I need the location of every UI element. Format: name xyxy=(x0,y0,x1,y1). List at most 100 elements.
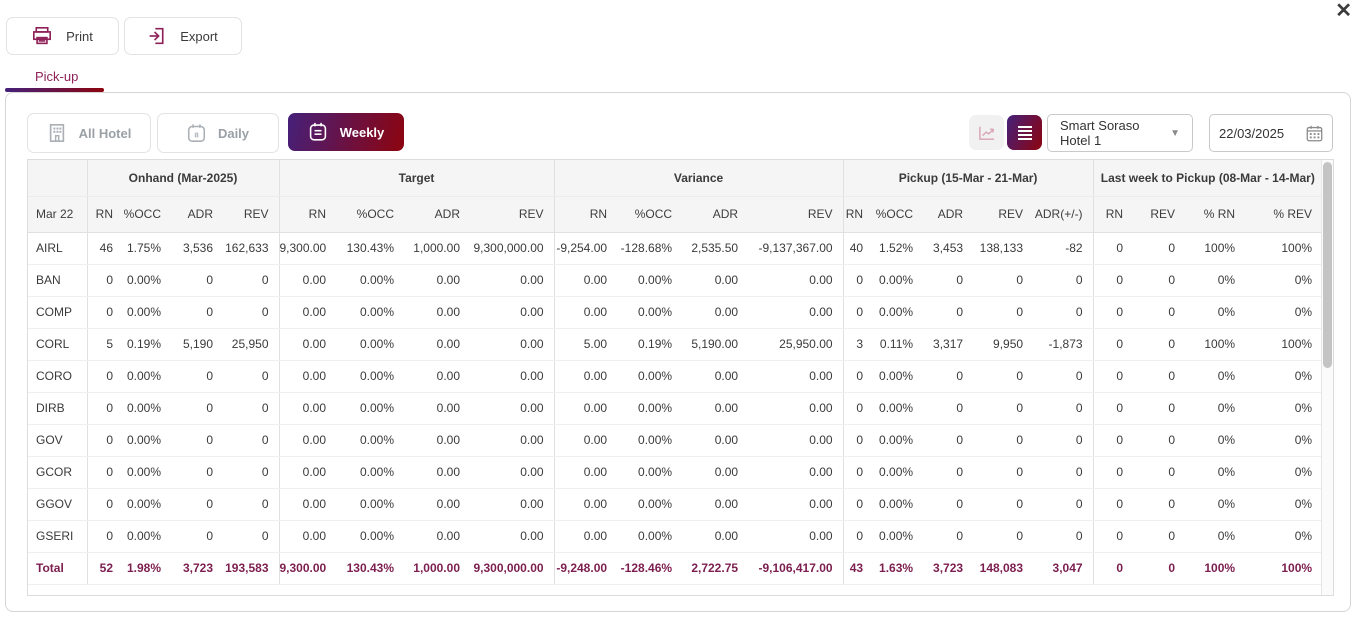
cell: 0.00 xyxy=(279,360,336,392)
cell: 0.00 xyxy=(279,456,336,488)
chart-view-button[interactable] xyxy=(969,115,1004,150)
vertical-scrollbar[interactable] xyxy=(1321,160,1333,595)
cell: 0 xyxy=(1033,520,1093,552)
cell: 0.00 xyxy=(748,456,843,488)
table-row: AIRL461.75%3,536162,6339,300.00130.43%1,… xyxy=(28,232,1322,264)
tab-pickup-label: Pick-up xyxy=(35,69,78,84)
cell: 0.00% xyxy=(873,296,923,328)
cell: 0.00 xyxy=(470,328,554,360)
cell: 0.00% xyxy=(336,328,404,360)
list-icon xyxy=(1018,126,1032,140)
cell: 0.00% xyxy=(123,424,171,456)
cell: 5 xyxy=(87,328,123,360)
column-group-header: Pickup (15-Mar - 21-Mar) xyxy=(843,160,1093,196)
building-icon xyxy=(47,123,67,143)
cell: 0% xyxy=(1245,456,1322,488)
cell: 130.43% xyxy=(336,552,404,584)
cell: 3 xyxy=(843,328,873,360)
calendar-icon xyxy=(1306,125,1323,142)
line-chart-icon xyxy=(978,125,996,141)
daily-button[interactable]: 8 Daily xyxy=(157,113,279,153)
cell: 0.00% xyxy=(873,424,923,456)
cell: 0 xyxy=(87,488,123,520)
cell: 0.00% xyxy=(336,296,404,328)
column-header: % RN xyxy=(1185,196,1245,232)
cell: 0.00% xyxy=(617,392,682,424)
cell: 0% xyxy=(1245,264,1322,296)
cell: 0% xyxy=(1185,360,1245,392)
cell: 0.00 xyxy=(404,424,470,456)
cell: 0 xyxy=(1133,520,1185,552)
cell: 40 xyxy=(843,232,873,264)
cell: 0 xyxy=(87,424,123,456)
cell: 148,083 xyxy=(973,552,1033,584)
tab-pickup[interactable]: Pick-up xyxy=(35,69,78,84)
row-label: CORL xyxy=(28,328,87,360)
cell: 0 xyxy=(843,424,873,456)
cell: 0.00 xyxy=(470,488,554,520)
cell: 0 xyxy=(1133,328,1185,360)
column-header: RN xyxy=(279,196,336,232)
cell: 0.00 xyxy=(682,264,748,296)
cell: 0 xyxy=(923,456,973,488)
cell: 0% xyxy=(1245,360,1322,392)
cell: 0.00 xyxy=(279,296,336,328)
cell: 25,950.00 xyxy=(748,328,843,360)
cell: 0.00 xyxy=(404,296,470,328)
table-row: CORO00.00%000.000.00%0.000.000.000.00%0.… xyxy=(28,360,1322,392)
cell: 0 xyxy=(1033,296,1093,328)
column-header: ADR xyxy=(682,196,748,232)
print-button[interactable]: Print xyxy=(6,17,119,55)
date-column-header: Mar 22 xyxy=(28,196,87,232)
cell: 0 xyxy=(1093,520,1133,552)
cell: 0 xyxy=(1133,392,1185,424)
cell: 0 xyxy=(1093,328,1133,360)
cell: 1,000.00 xyxy=(404,552,470,584)
cell: 0.00 xyxy=(554,264,617,296)
row-label: Total xyxy=(28,552,87,584)
scrollbar-thumb[interactable] xyxy=(1323,162,1332,368)
cell: 0 xyxy=(223,424,279,456)
column-header: RN xyxy=(87,196,123,232)
list-view-button[interactable] xyxy=(1007,115,1042,150)
cell: 0.00 xyxy=(682,488,748,520)
chevron-down-icon: ▼ xyxy=(1170,128,1180,139)
hotel-select-value: Smart Soraso Hotel 1 xyxy=(1060,118,1170,148)
cell: 0 xyxy=(923,424,973,456)
all-hotel-button[interactable]: All Hotel xyxy=(27,113,151,153)
cell: 0.00 xyxy=(748,424,843,456)
cell: 0.00 xyxy=(748,392,843,424)
row-label: GOV xyxy=(28,424,87,456)
cell: 0% xyxy=(1185,520,1245,552)
date-input[interactable]: 22/03/2025 xyxy=(1209,114,1333,152)
cell: 0.00 xyxy=(404,520,470,552)
cell: 100% xyxy=(1245,328,1322,360)
cell: 0.00% xyxy=(336,424,404,456)
row-label: AIRL xyxy=(28,232,87,264)
cell: 0 xyxy=(1133,232,1185,264)
cell: 0 xyxy=(843,456,873,488)
cell: 0.00 xyxy=(748,520,843,552)
table-row: BAN00.00%000.000.00%0.000.000.000.00%0.0… xyxy=(28,264,1322,296)
cell: 0 xyxy=(223,392,279,424)
cell: 5.00 xyxy=(554,328,617,360)
cell: 0 xyxy=(1093,360,1133,392)
cell: 0 xyxy=(87,360,123,392)
cell: 0.00% xyxy=(123,360,171,392)
cell: 0 xyxy=(171,264,223,296)
column-group-header: Variance xyxy=(554,160,843,196)
cell: 0 xyxy=(87,456,123,488)
hotel-select[interactable]: Smart Soraso Hotel 1 ▼ xyxy=(1047,114,1193,152)
cell: 0.00 xyxy=(470,296,554,328)
cell: 1.52% xyxy=(873,232,923,264)
cell: 138,133 xyxy=(973,232,1033,264)
weekly-button[interactable]: Weekly xyxy=(288,113,404,151)
cell: 0.00 xyxy=(470,392,554,424)
table-row: GOV00.00%000.000.00%0.000.000.000.00%0.0… xyxy=(28,424,1322,456)
column-header: REV xyxy=(748,196,843,232)
export-button[interactable]: Export xyxy=(124,17,242,55)
cell: 46 xyxy=(87,232,123,264)
cell: 0.00% xyxy=(336,392,404,424)
cell: 0 xyxy=(1093,392,1133,424)
close-icon[interactable]: ✕ xyxy=(1335,0,1352,22)
